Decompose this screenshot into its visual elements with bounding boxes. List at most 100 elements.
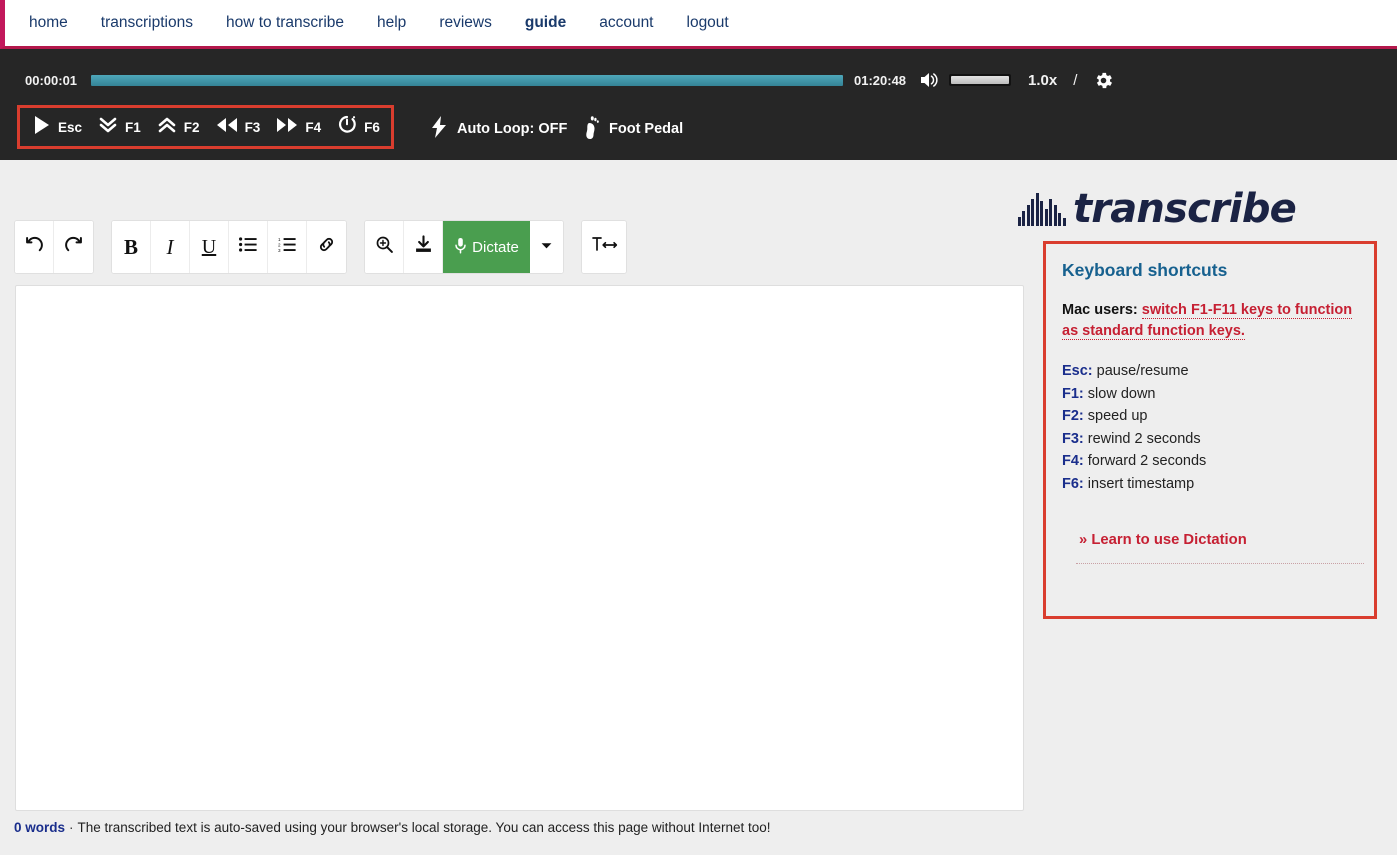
nav-link-home[interactable]: home	[29, 14, 68, 32]
dictate-label: Dictate	[472, 238, 519, 256]
transcribe-logo: transcribe	[1017, 186, 1297, 232]
download-button[interactable]	[404, 221, 443, 273]
word-count-label: 0 words	[14, 820, 66, 835]
shortcut-key-f3: F3:	[1062, 430, 1084, 447]
editor-toolbar: B I U 1 2 3 Dictate	[14, 220, 644, 274]
formatting-button-group: B I U 1 2 3	[111, 220, 347, 274]
volume-slider[interactable]	[949, 74, 1012, 86]
forward-key: F4	[305, 119, 322, 135]
shortcut-key-f4: F4:	[1062, 453, 1084, 470]
nav-link-logout[interactable]: logout	[687, 14, 729, 32]
player-progress-row: 00:00:01 01:20:48 1.0x /	[0, 63, 1397, 97]
speed-up-button[interactable]: F2	[157, 115, 200, 140]
play-icon	[33, 115, 51, 140]
link-icon	[317, 235, 336, 260]
underline-button[interactable]: U	[190, 221, 229, 273]
shortcut-row-f4: F4: forward 2 seconds	[1062, 453, 1356, 469]
speaker-icon[interactable]	[919, 71, 939, 89]
autosave-note: The transcribed text is auto-saved using…	[77, 820, 771, 835]
bullet-list-icon	[239, 236, 257, 258]
play-pause-button[interactable]: Esc	[33, 115, 82, 140]
link-button[interactable]	[307, 221, 346, 273]
dictate-options-button[interactable]	[530, 221, 563, 273]
insert-timestamp-button[interactable]: F6	[337, 114, 380, 140]
rewind-button[interactable]: F3	[216, 117, 261, 138]
rewind-icon	[216, 117, 238, 138]
waveform-icon	[1017, 192, 1066, 226]
shortcut-row-esc: Esc: pause/resume	[1062, 363, 1356, 379]
double-chevron-up-icon	[157, 115, 177, 140]
mac-users-note: Mac users: switch F1-F11 keys to functio…	[1062, 300, 1356, 341]
shortcut-key-f1: F1:	[1062, 385, 1084, 402]
playback-speed-label[interactable]: 1.0x	[1028, 72, 1057, 89]
foot-pedal-label: Foot Pedal	[609, 121, 684, 137]
shortcut-desc-f6: insert timestamp	[1087, 475, 1195, 492]
current-time-label: 00:00:01	[25, 72, 78, 88]
history-button-group	[14, 220, 94, 274]
play-pause-key: Esc	[58, 119, 83, 135]
rewind-key: F3	[244, 119, 261, 135]
svg-text:2: 2	[278, 243, 281, 248]
slow-down-button[interactable]: F1	[98, 115, 141, 140]
nav-link-guide[interactable]: guide	[525, 14, 566, 32]
auto-loop-toggle[interactable]: Auto Loop: OFF	[430, 115, 567, 144]
redo-icon	[64, 235, 83, 260]
auto-loop-label: Auto Loop: OFF	[457, 121, 568, 137]
shortcut-desc-esc: pause/resume	[1096, 363, 1189, 380]
main-navigation: home transcriptions how to transcribe he…	[0, 0, 1397, 49]
slow-down-key: F1	[125, 119, 141, 135]
shortcuts-title: Keyboard shortcuts	[1062, 260, 1228, 280]
panel-divider	[1076, 563, 1364, 565]
shortcut-desc-f4: forward 2 seconds	[1087, 453, 1207, 470]
insert-timestamp-key: F6	[364, 119, 380, 135]
numbered-list-icon: 1 2 3	[278, 236, 296, 258]
nav-link-help[interactable]: help	[377, 14, 406, 32]
bold-button[interactable]: B	[112, 221, 151, 273]
total-time-label: 01:20:48	[854, 72, 907, 88]
footer-separator: ·	[69, 820, 74, 835]
shortcut-desc-f1: slow down	[1087, 385, 1156, 402]
footprint-icon	[583, 114, 600, 145]
nav-link-account[interactable]: account	[599, 14, 653, 32]
nav-link-how-to-transcribe[interactable]: how to transcribe	[226, 14, 344, 32]
forward-button[interactable]: F4	[276, 117, 321, 138]
shortcut-row-f2: F2: speed up	[1062, 408, 1356, 424]
svg-text:1: 1	[278, 237, 281, 242]
text-width-button-group	[581, 220, 627, 274]
bullet-list-button[interactable]	[229, 221, 268, 273]
transcription-editor[interactable]	[15, 285, 1024, 811]
volume-slider-fill	[951, 76, 1010, 84]
nav-link-reviews[interactable]: reviews	[439, 14, 492, 32]
chevron-down-icon	[541, 241, 552, 253]
editor-footer: 0 words · The transcribed text is auto-s…	[14, 820, 770, 835]
shortcut-row-f3: F3: rewind 2 seconds	[1062, 431, 1356, 447]
text-width-icon	[591, 236, 618, 259]
shortcut-row-f1: F1: slow down	[1062, 386, 1356, 402]
learn-dictation-link[interactable]: » Learn to use Dictation	[1062, 532, 1247, 548]
transport-controls-group: Esc F1 F2 F3 F4 F6	[17, 105, 394, 149]
shortcut-row-f6: F6: insert timestamp	[1062, 476, 1356, 492]
text-width-button[interactable]	[582, 221, 626, 273]
numbered-list-button[interactable]: 1 2 3	[268, 221, 307, 273]
keyboard-shortcuts-panel: Keyboard shortcuts Mac users: switch F1-…	[1043, 241, 1377, 619]
lightning-bolt-icon	[430, 115, 448, 144]
dictate-button[interactable]: Dictate	[443, 221, 530, 273]
progress-bar-fill	[91, 74, 843, 86]
player-controls-row: Esc F1 F2 F3 F4 F6 Auto Loop: OFF Foot P…	[0, 105, 1397, 153]
svg-text:3: 3	[278, 248, 281, 252]
gear-icon[interactable]	[1093, 70, 1114, 91]
zoom-button[interactable]	[365, 221, 404, 273]
foot-pedal-button[interactable]: Foot Pedal	[583, 114, 683, 145]
mac-users-prefix: Mac users:	[1062, 302, 1138, 318]
redo-button[interactable]	[54, 221, 93, 273]
stopwatch-icon	[337, 114, 357, 140]
progress-bar[interactable]	[91, 74, 843, 86]
italic-button[interactable]: I	[151, 221, 190, 273]
shortcut-desc-f2: speed up	[1087, 408, 1148, 425]
nav-link-transcriptions[interactable]: transcriptions	[101, 14, 193, 32]
double-chevron-down-icon	[98, 115, 118, 140]
audio-player: 00:00:01 01:20:48 1.0x / Esc F1 F2 F3 F4…	[0, 49, 1397, 160]
undo-icon	[25, 235, 44, 260]
undo-button[interactable]	[15, 221, 54, 273]
magnifier-plus-icon	[375, 235, 394, 260]
